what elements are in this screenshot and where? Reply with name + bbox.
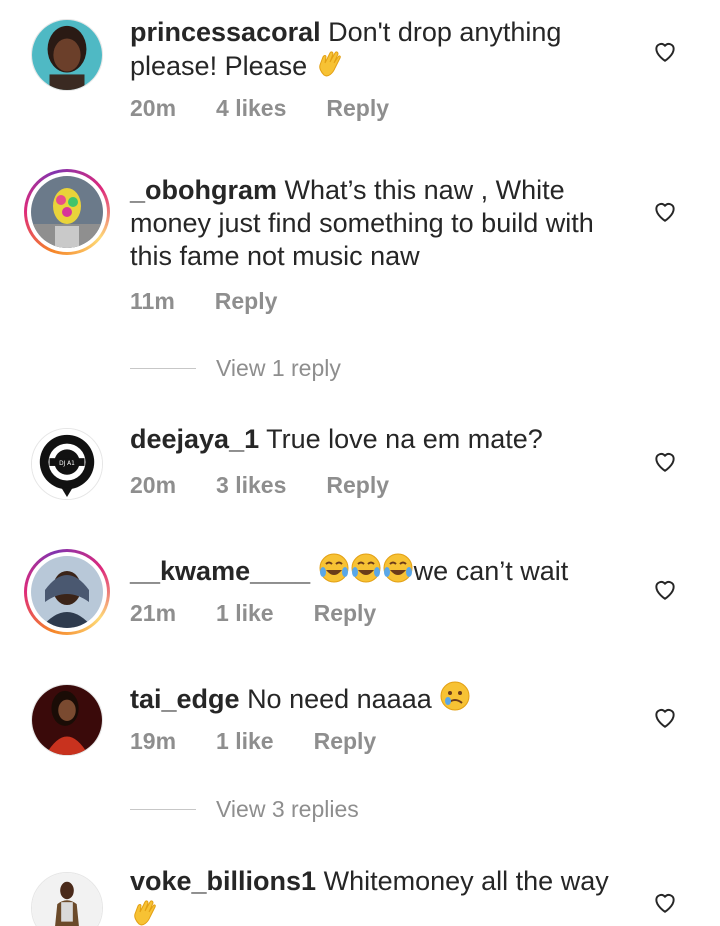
divider-line xyxy=(130,809,196,810)
waving-hand-icon xyxy=(130,898,160,926)
comment-text: voke_billions1 Whitemoney all the way xyxy=(130,865,630,926)
comment-username[interactable]: princessacoral xyxy=(130,17,321,47)
comment-username[interactable]: _obohgram xyxy=(130,175,277,205)
avatar[interactable] xyxy=(24,12,110,98)
comment-body: No need naaaa xyxy=(247,684,432,714)
comment-likes[interactable]: 4 likes xyxy=(216,95,286,122)
comment-username[interactable]: deejaya_1 xyxy=(130,424,259,454)
comment-body: True love na em mate? xyxy=(266,424,543,454)
avatar-image xyxy=(31,872,103,926)
comment-username[interactable]: voke_billions1 xyxy=(130,866,316,896)
dj-logo-icon: DJ A1 xyxy=(31,428,103,500)
comment-time: 21m xyxy=(130,600,177,626)
tears-of-joy-icon xyxy=(318,552,414,592)
comment-username[interactable]: __kwame____ xyxy=(130,556,310,586)
heart-outline-icon[interactable] xyxy=(652,198,678,224)
comment-text: tai_edge No need naaaa xyxy=(130,680,630,720)
view-replies-label: View 1 reply xyxy=(216,355,341,381)
avatar[interactable]: DJ A1 xyxy=(24,421,110,507)
comment-meta: 20m 4 likes Reply xyxy=(130,95,389,122)
view-replies-button[interactable]: View 1 reply xyxy=(130,355,341,382)
avatar-image xyxy=(31,19,103,91)
heart-outline-icon[interactable] xyxy=(652,889,678,915)
avatar[interactable] xyxy=(24,549,110,635)
waving-hand-icon xyxy=(315,49,345,87)
crying-face-icon xyxy=(439,680,471,720)
comment-time: 20m xyxy=(130,95,177,121)
comment-username[interactable]: tai_edge xyxy=(130,684,240,714)
reply-button[interactable]: Reply xyxy=(326,95,389,122)
reply-button[interactable]: Reply xyxy=(215,288,278,315)
comment-meta: 11m Reply xyxy=(130,288,277,315)
avatar-image xyxy=(31,556,103,628)
view-replies-label: View 3 replies xyxy=(216,796,359,822)
reply-button[interactable]: Reply xyxy=(314,600,377,627)
comment-meta: 20m 3 likes Reply xyxy=(130,472,389,499)
svg-text:DJ A1: DJ A1 xyxy=(59,461,75,467)
heart-outline-icon[interactable] xyxy=(652,576,678,602)
comment-text: _obohgram What’s this naw , White money … xyxy=(130,174,630,273)
avatar-image xyxy=(31,684,103,756)
comment-likes[interactable]: 1 like xyxy=(216,728,274,755)
reply-button[interactable]: Reply xyxy=(314,728,377,755)
comment-time: 11m xyxy=(130,288,175,314)
avatar-image xyxy=(31,176,103,248)
view-replies-button[interactable]: View 3 replies xyxy=(130,796,359,823)
divider-line xyxy=(130,368,196,369)
heart-outline-icon[interactable] xyxy=(652,448,678,474)
heart-outline-icon[interactable] xyxy=(652,38,678,64)
comment-text: princessacoral Don't drop anything pleas… xyxy=(130,16,630,87)
comment-meta: 19m 1 like Reply xyxy=(130,728,376,755)
reply-button[interactable]: Reply xyxy=(326,472,389,499)
heart-outline-icon[interactable] xyxy=(652,704,678,730)
comment-text: __kwame____ we can’t wait xyxy=(130,552,630,592)
comment-likes[interactable]: 3 likes xyxy=(216,472,286,499)
avatar[interactable] xyxy=(24,677,110,763)
comment-time: 20m xyxy=(130,472,177,498)
comment-body: Whitemoney all the way xyxy=(323,866,609,896)
comment-text: deejaya_1 True love na em mate? xyxy=(130,423,630,456)
comment-likes[interactable]: 1 like xyxy=(216,600,274,627)
comment-meta: 21m 1 like Reply xyxy=(130,600,376,627)
avatar[interactable] xyxy=(24,865,110,926)
comment-time: 19m xyxy=(130,728,177,754)
avatar[interactable] xyxy=(24,169,110,255)
comment-body: we can’t wait xyxy=(413,556,569,586)
